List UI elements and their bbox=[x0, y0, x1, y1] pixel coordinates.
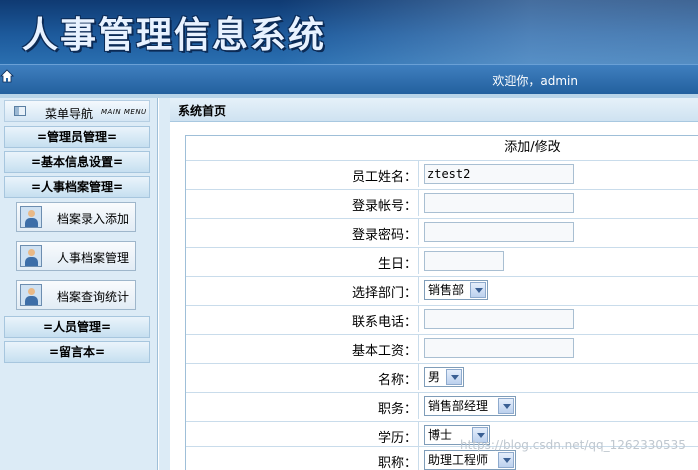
form-row-name: 员工姓名： ztest2 bbox=[186, 160, 698, 187]
field-label: 员工姓名： bbox=[351, 170, 417, 185]
sidebar-item-label: 人事档案管理 bbox=[57, 251, 130, 265]
field-label: 登录帐号： bbox=[351, 199, 417, 214]
field-label: 职务： bbox=[377, 402, 417, 417]
watermark-text: https://blog.csdn.net/qq_1262330535 bbox=[460, 438, 686, 452]
form-row-account: 登录帐号： bbox=[186, 189, 698, 216]
employee-name-input[interactable]: ztest2 bbox=[424, 164, 574, 184]
field-label: 联系电话： bbox=[351, 315, 417, 330]
department-select[interactable]: 销售部 bbox=[424, 280, 488, 300]
user-card-icon bbox=[20, 284, 42, 306]
base-salary-input[interactable] bbox=[424, 338, 574, 358]
form-row-password: 登录密码： bbox=[186, 218, 698, 245]
sidebar-section-admin[interactable]: =管理员管理= bbox=[4, 126, 150, 148]
form-row-phone: 联系电话： bbox=[186, 305, 698, 332]
form-row-department: 选择部门： 销售部 bbox=[186, 276, 698, 303]
welcome-text: 欢迎你，admin bbox=[492, 74, 578, 88]
job-title-select-value: 助理工程师 bbox=[428, 453, 489, 467]
chevron-down-icon[interactable] bbox=[498, 452, 514, 468]
position-select-value: 销售部经理 bbox=[428, 399, 489, 413]
menu-title: 菜单导航 bbox=[45, 107, 94, 121]
banner-glow bbox=[278, 0, 698, 64]
sidebar-item-label: 档案录入添加 bbox=[57, 212, 130, 226]
form-title: 添加/修改 bbox=[504, 140, 561, 155]
field-label: 基本工资： bbox=[351, 344, 417, 359]
app-banner: 人事管理信息系统 bbox=[0, 0, 698, 64]
field-cell bbox=[418, 306, 698, 332]
field-cell bbox=[418, 248, 698, 274]
field-label: 职称： bbox=[377, 456, 417, 470]
employee-form: 添加/修改 员工姓名： ztest2 登录帐号： 登录密码： 生日： 选择部门：… bbox=[185, 135, 698, 470]
form-row-birthday: 生日： bbox=[186, 247, 698, 274]
chevron-down-icon[interactable] bbox=[498, 398, 514, 414]
field-label: 名称： bbox=[377, 373, 417, 388]
department-select-value: 销售部 bbox=[428, 283, 465, 297]
sidebar-item-label: 档案查询统计 bbox=[57, 290, 130, 304]
user-card-icon bbox=[20, 245, 42, 267]
field-cell: 销售部经理 bbox=[418, 393, 698, 419]
gender-select-value: 男 bbox=[428, 370, 441, 384]
home-icon[interactable] bbox=[0, 69, 14, 83]
sidebar-section-basic-info[interactable]: =基本信息设置= bbox=[4, 151, 150, 173]
main-header: 系统首页 bbox=[170, 98, 698, 122]
gender-select[interactable]: 男 bbox=[424, 367, 464, 387]
sidebar-item-file-entry[interactable]: 档案录入添加 bbox=[16, 202, 136, 232]
birthday-input[interactable] bbox=[424, 251, 504, 271]
sidebar-item-file-manage[interactable]: 人事档案管理 bbox=[16, 241, 136, 271]
field-cell: 销售部 bbox=[418, 277, 698, 303]
form-row-position: 职务： 销售部经理 bbox=[186, 392, 698, 419]
chevron-down-icon[interactable] bbox=[470, 282, 486, 298]
sidebar-section-guestbook[interactable]: =留言本= bbox=[4, 341, 150, 363]
field-label: 选择部门： bbox=[351, 286, 417, 301]
content-gutter bbox=[159, 98, 170, 470]
form-row-salary: 基本工资： bbox=[186, 334, 698, 361]
user-card-icon bbox=[20, 206, 42, 228]
position-select[interactable]: 销售部经理 bbox=[424, 396, 516, 416]
field-cell bbox=[418, 190, 698, 216]
chevron-down-icon[interactable] bbox=[446, 369, 462, 385]
menu-subtitle: MAIN MENU bbox=[101, 108, 147, 116]
field-label: 登录密码： bbox=[351, 228, 417, 243]
field-cell: ztest2 bbox=[418, 161, 698, 187]
sidebar-section-personnel-files[interactable]: =人事档案管理= bbox=[4, 176, 150, 198]
top-toolbar: 欢迎你，admin bbox=[0, 64, 698, 94]
menu-header: 菜单导航 MAIN MENU bbox=[4, 100, 150, 122]
education-select-value: 博士 bbox=[428, 428, 453, 442]
login-account-input[interactable] bbox=[424, 193, 574, 213]
sidebar-item-file-query[interactable]: 档案查询统计 bbox=[16, 280, 136, 310]
login-password-input[interactable] bbox=[424, 222, 574, 242]
sidebar-section-staff[interactable]: =人员管理= bbox=[4, 316, 150, 338]
job-title-select[interactable]: 助理工程师 bbox=[424, 450, 516, 470]
form-row-gender: 名称： 男 bbox=[186, 363, 698, 390]
field-cell bbox=[418, 219, 698, 245]
page-title: 系统首页 bbox=[178, 104, 227, 118]
sidebar: 菜单导航 MAIN MENU =管理员管理= =基本信息设置= =人事档案管理=… bbox=[0, 98, 158, 470]
field-cell: 男 bbox=[418, 364, 698, 390]
field-label: 学历： bbox=[377, 431, 417, 446]
field-label: 生日： bbox=[377, 257, 417, 272]
menu-window-icon bbox=[14, 106, 26, 116]
phone-input[interactable] bbox=[424, 309, 574, 329]
field-cell bbox=[418, 335, 698, 361]
app-title: 人事管理信息系统 bbox=[22, 15, 327, 56]
